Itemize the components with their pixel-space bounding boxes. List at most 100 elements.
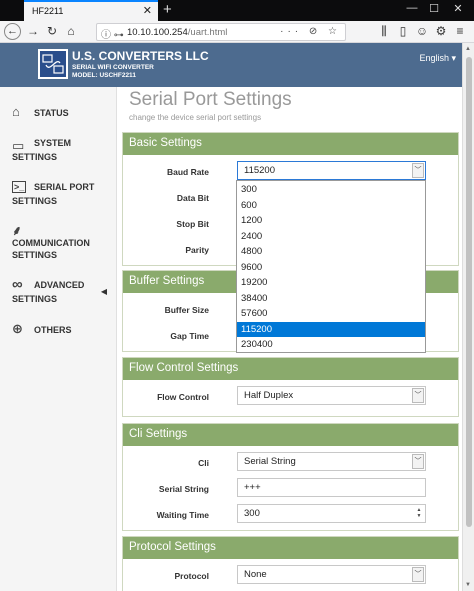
sidebar-item-label: OTHERS	[34, 325, 72, 335]
product-name: SERIAL WIFI CONVERTER	[72, 64, 154, 71]
baud-rate-label: Baud Rate	[166, 167, 209, 177]
sidebar-item-label: STATUS	[34, 108, 69, 118]
sidebar-item-others[interactable]: ⊕ OTHERS	[0, 321, 117, 342]
baud-option[interactable]: 600	[237, 198, 425, 214]
serial-string-label: Serial String	[158, 484, 209, 494]
close-tab-icon[interactable]: ✕	[143, 4, 152, 17]
sidebar-item-status[interactable]: ⌂ STATUS	[0, 103, 117, 127]
flow-control-select[interactable]: Half Duplex ﹀	[237, 386, 426, 405]
chevron-down-icon[interactable]: ﹀	[412, 163, 424, 178]
menu-icon[interactable]: ≡	[452, 24, 468, 38]
browser-titlebar: HF2211 ✕ + — ☐ ✕	[0, 0, 474, 21]
terminal-icon: >_	[12, 181, 27, 193]
gap-time-label: Gap Time	[170, 331, 209, 341]
sidebar-item-label: SETTINGS	[12, 152, 58, 162]
scroll-down-icon[interactable]: ▼	[465, 582, 471, 588]
baud-option[interactable]: 300	[237, 182, 425, 198]
close-window-icon[interactable]: ✕	[446, 2, 470, 15]
site-header: U.S. CONVERTERS LLC SERIAL WIFI CONVERTE…	[0, 43, 462, 87]
language-select[interactable]: English ▾	[419, 53, 456, 64]
cli-label: Cli	[198, 458, 209, 468]
chevron-down-icon[interactable]: ﹀	[412, 567, 424, 582]
scroll-thumb[interactable]	[466, 57, 472, 527]
baud-option[interactable]: 9600	[237, 260, 425, 276]
sidebar-item-label: SETTINGS	[12, 250, 58, 260]
extension-icon[interactable]: ⚙	[433, 24, 449, 38]
protocol-value: None	[244, 569, 267, 580]
page-actions-icon[interactable]: ··· ⊘ ☆	[280, 26, 341, 37]
sidebar-toggle-icon[interactable]: ▯	[395, 24, 411, 38]
page-subtitle: change the device serial port settings	[129, 113, 262, 122]
tab-title: HF2211	[32, 6, 64, 16]
reload-icon[interactable]: ↻	[44, 24, 60, 38]
sidebar-item-label: SETTINGS	[12, 196, 58, 206]
buffer-size-label: Buffer Size	[164, 305, 209, 315]
baud-rate-dropdown-list: 300 600 1200 2400 4800 9600 19200 38400 …	[236, 180, 426, 353]
cli-settings-panel: Cli Settings Cli Serial String ﹀ Serial …	[122, 423, 459, 531]
forward-arrow-icon[interactable]: →	[25, 24, 41, 38]
sidebar-item-system-settings[interactable]: ▭ SYSTEM SETTINGS	[0, 137, 117, 165]
number-stepper-icon[interactable]: ▲ ▼	[415, 507, 423, 520]
protocol-select[interactable]: None ﹀	[237, 565, 426, 584]
baud-option[interactable]: 57600	[237, 306, 425, 322]
baud-option[interactable]: 230400	[237, 337, 425, 353]
sidebar-item-communication-settings[interactable]: ⸙ COMMUNICATION SETTINGS	[0, 223, 117, 263]
globe-icon: ⊕	[12, 321, 23, 336]
sidebar-item-label: COMMUNICATION	[12, 238, 90, 248]
baud-rate-select[interactable]: 115200 ﹀	[237, 161, 426, 180]
panel-heading: Protocol Settings	[123, 537, 458, 559]
flow-control-panel: Flow Control Settings Flow Control Half …	[122, 357, 459, 417]
baud-option-selected[interactable]: 115200	[237, 321, 425, 337]
panel-heading: Flow Control Settings	[123, 358, 458, 380]
serial-string-input[interactable]: +++	[237, 478, 426, 497]
waiting-time-input[interactable]: 300 ▲ ▼	[237, 504, 426, 523]
waiting-time-label: Waiting Time	[156, 510, 209, 520]
page-title: Serial Port Settings	[129, 89, 292, 110]
expand-arrow-icon[interactable]: ◀	[101, 287, 107, 296]
chevron-down-icon[interactable]: ﹀	[412, 388, 424, 403]
protocol-label: Protocol	[174, 571, 209, 581]
panel-heading: Cli Settings	[123, 424, 458, 446]
sidebar-item-label: SERIAL PORT	[34, 182, 95, 192]
url-path: /uart.html	[187, 27, 228, 38]
stop-bit-label: Stop Bit	[176, 219, 209, 229]
chevron-down-icon[interactable]: ﹀	[412, 454, 424, 469]
protocol-settings-panel: Protocol Settings Protocol None ﹀	[122, 536, 459, 591]
cli-select[interactable]: Serial String ﹀	[237, 452, 426, 471]
sidebar-item-advanced-settings[interactable]: ∞ ADVANCED SETTINGS ◀	[0, 276, 117, 307]
minimize-icon[interactable]: —	[400, 2, 424, 14]
maximize-icon[interactable]: ☐	[422, 2, 446, 15]
flow-control-value: Half Duplex	[244, 390, 294, 401]
parity-label: Parity	[185, 245, 209, 255]
page-scrollbar[interactable]: ▲ ▼	[462, 43, 474, 591]
sidebar-item-serial-port-settings[interactable]: >_ SERIAL PORT SETTINGS	[0, 181, 117, 209]
library-icon[interactable]: ⫼	[376, 24, 392, 39]
browser-navbar: ← → ↻ ⌂ ⓘ ⊶ 10.10.100.254/uart.html ··· …	[0, 21, 474, 43]
url-bar[interactable]: ⓘ ⊶ 10.10.100.254/uart.html ··· ⊘ ☆	[96, 23, 346, 41]
sidebar: ⌂ STATUS ▭ SYSTEM SETTINGS >_ SERIAL POR…	[0, 87, 117, 591]
serial-string-value: +++	[244, 482, 261, 493]
baud-option[interactable]: 2400	[237, 229, 425, 245]
flow-control-label: Flow Control	[157, 392, 209, 402]
baud-option[interactable]: 1200	[237, 213, 425, 229]
baud-option[interactable]: 38400	[237, 291, 425, 307]
scroll-up-icon[interactable]: ▲	[465, 46, 471, 52]
baud-rate-value: 115200	[244, 165, 275, 176]
info-icon[interactable]: ⓘ ⊶	[101, 26, 124, 41]
new-tab-icon[interactable]: +	[163, 1, 172, 18]
model-name: MODEL: USCHF2211	[72, 72, 136, 79]
sidebar-item-label: SYSTEM	[34, 138, 72, 148]
url-text[interactable]: 10.10.100.254/uart.html	[127, 27, 227, 38]
data-bit-label: Data Bit	[176, 193, 209, 203]
house-icon: ⌂	[12, 104, 20, 119]
sidebar-item-label: SETTINGS	[12, 294, 58, 304]
account-icon[interactable]: ☺	[414, 24, 430, 38]
baud-option[interactable]: 4800	[237, 244, 425, 260]
baud-option[interactable]: 19200	[237, 275, 425, 291]
home-icon[interactable]: ⌂	[63, 24, 79, 38]
infinity-icon: ∞	[12, 276, 23, 293]
browser-tab[interactable]: HF2211 ✕	[24, 0, 158, 21]
back-arrow-icon[interactable]: ←	[4, 23, 21, 40]
waiting-time-value: 300	[244, 508, 260, 519]
company-logo-icon	[38, 49, 68, 79]
